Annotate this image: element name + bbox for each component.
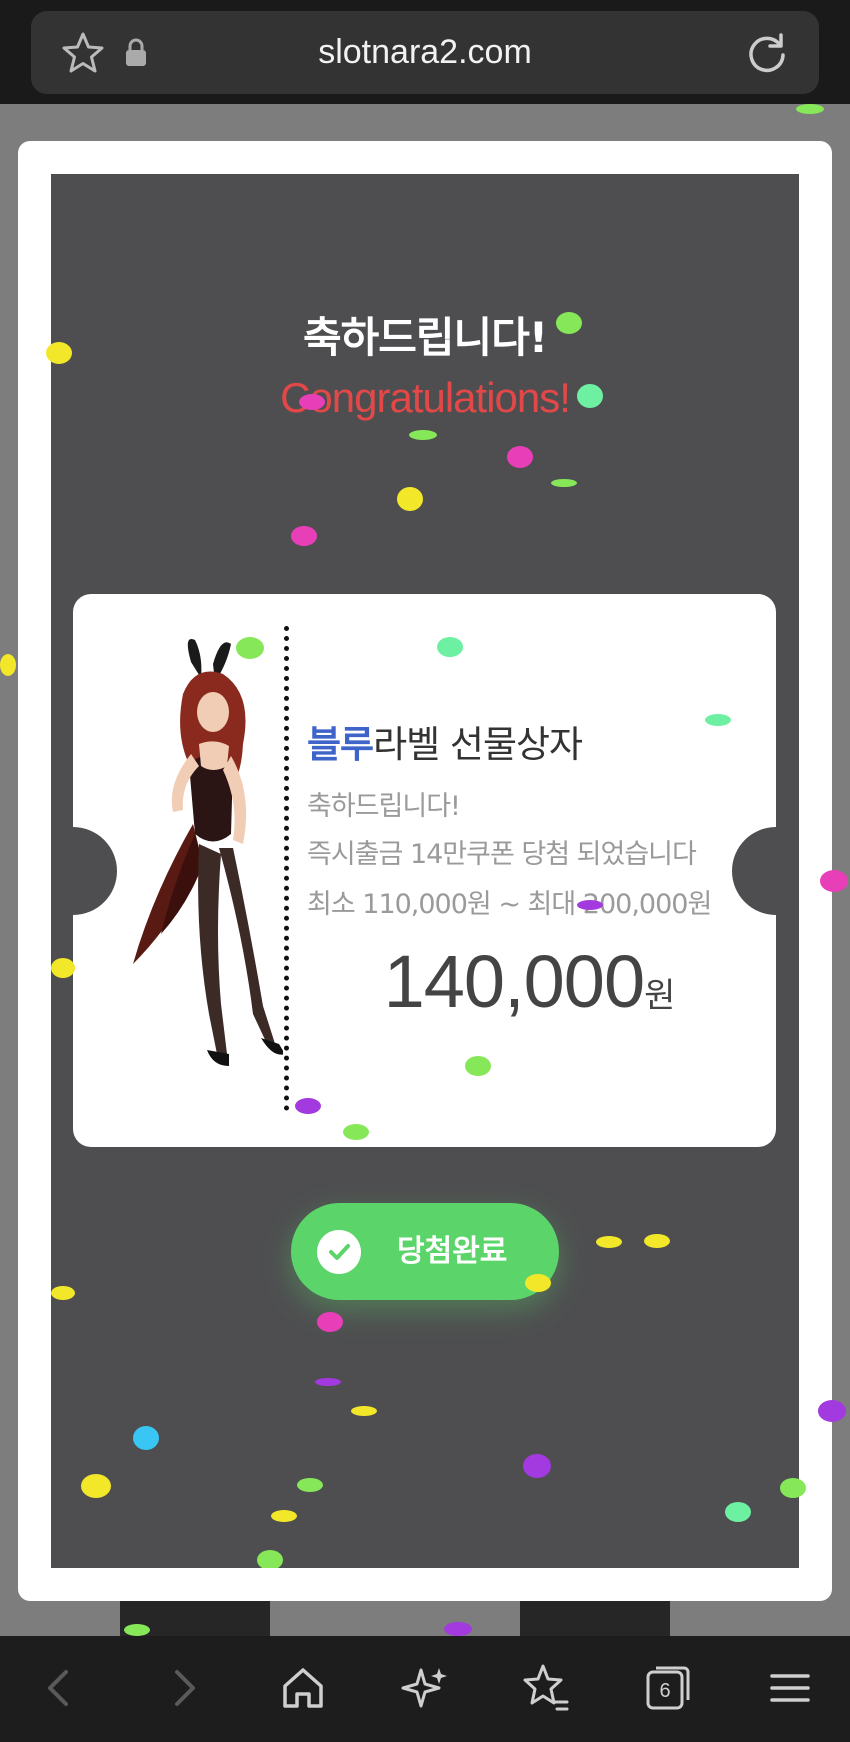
tab-count: 6 <box>659 1680 671 1702</box>
congrats-title-korean: 축하드립니다! <box>303 313 548 362</box>
confetti <box>409 430 437 440</box>
home-icon[interactable] <box>275 1660 331 1716</box>
character-illustration <box>133 638 283 1066</box>
confetti <box>577 384 603 408</box>
back-icon[interactable] <box>32 1660 88 1716</box>
confetti <box>818 1400 846 1422</box>
confetti <box>644 1234 670 1248</box>
prize-title-rest: 라벨 선물상자 <box>373 723 583 766</box>
url-text[interactable]: slotnara2.com <box>171 11 679 94</box>
modal-content: 축하드립니다! Congratulations! 블루라벨 선물상자 축하드립니… <box>51 174 799 1568</box>
confetti <box>299 394 325 410</box>
confetti <box>124 1624 150 1636</box>
confetti <box>315 1378 341 1386</box>
confetti <box>577 900 603 910</box>
prize-title: 블루라벨 선물상자 <box>307 714 583 768</box>
ticket-notch-right <box>732 827 776 915</box>
congrats-title-english: Congratulations! <box>280 374 571 421</box>
confetti <box>820 870 848 892</box>
confetti <box>705 714 731 726</box>
confetti <box>81 1474 111 1498</box>
prize-amount: 140,000원 <box>73 939 776 1024</box>
confetti <box>437 637 463 657</box>
favorites-icon[interactable] <box>517 1660 573 1716</box>
confetti <box>780 1478 806 1498</box>
tabs-button[interactable]: 6 <box>640 1660 696 1716</box>
confetti <box>351 1406 377 1416</box>
confetti <box>523 1454 551 1478</box>
browser-top-bar: slotnara2.com <box>0 0 850 104</box>
prize-modal: 축하드립니다! Congratulations! 블루라벨 선물상자 축하드립니… <box>18 141 832 1601</box>
confetti <box>46 342 72 364</box>
confetti <box>444 1622 472 1636</box>
confetti <box>297 1478 323 1492</box>
confetti <box>397 487 423 511</box>
menu-icon[interactable] <box>762 1660 818 1716</box>
forward-icon[interactable] <box>155 1660 211 1716</box>
confetti <box>236 637 264 659</box>
lock-icon <box>126 38 146 66</box>
confetti <box>291 526 317 546</box>
confetti <box>0 654 16 676</box>
confetti <box>596 1236 622 1248</box>
prize-line-range: 최소 110,000원 ~ 최대 200,000원 <box>307 889 712 920</box>
prize-line-coupon: 즉시출금 14만쿠폰 당첨 되었습니다 <box>307 839 697 870</box>
address-bar[interactable]: slotnara2.com <box>31 11 819 94</box>
confetti <box>317 1312 343 1332</box>
confetti <box>796 104 824 114</box>
claim-complete-button[interactable]: 당첨완료 <box>291 1203 559 1300</box>
ticket-perforation <box>284 626 289 1111</box>
confetti <box>343 1124 369 1140</box>
browser-bottom-bar: 6 <box>0 1636 850 1742</box>
star-icon[interactable] <box>61 31 105 75</box>
confetti <box>465 1056 491 1076</box>
confetti <box>551 479 577 487</box>
confetti <box>725 1502 751 1522</box>
confetti <box>295 1098 321 1114</box>
prize-line-congrats: 축하드립니다! <box>307 791 461 822</box>
prize-amount-value: 140,000 <box>383 940 645 1023</box>
confetti <box>271 1510 297 1522</box>
background-strip <box>520 1600 670 1640</box>
confetti <box>507 446 533 468</box>
sparkle-icon[interactable] <box>397 1660 453 1716</box>
confetti <box>51 958 75 978</box>
confetti <box>51 1286 75 1300</box>
confetti <box>133 1426 159 1450</box>
check-icon <box>317 1230 361 1274</box>
confetti <box>525 1274 551 1292</box>
confetti <box>257 1550 283 1568</box>
prize-ticket: 블루라벨 선물상자 축하드립니다! 즉시출금 14만쿠폰 당첨 되었습니다 최소… <box>73 594 776 1147</box>
claim-complete-label: 당첨완료 <box>397 1234 508 1269</box>
prize-title-highlight: 블루 <box>307 723 374 766</box>
confetti <box>556 312 582 334</box>
reload-icon[interactable] <box>745 31 789 75</box>
prize-amount-unit: 원 <box>644 976 676 1016</box>
